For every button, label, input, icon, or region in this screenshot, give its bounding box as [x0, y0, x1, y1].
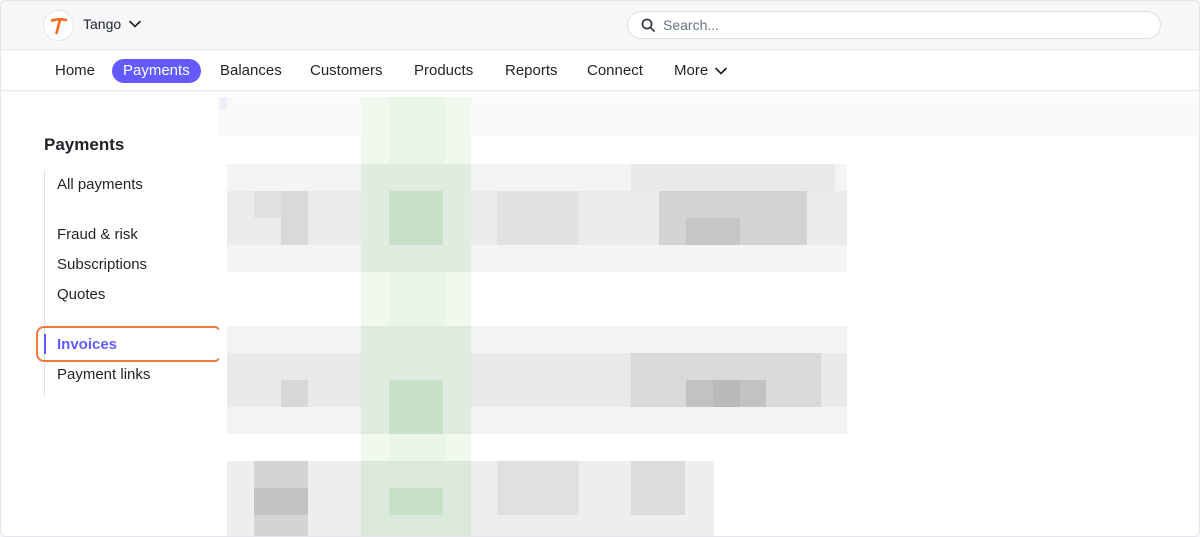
nav-item-reports[interactable]: Reports — [505, 59, 558, 83]
account-switcher[interactable]: Tango — [83, 16, 141, 32]
nav-more-label: More — [674, 62, 709, 79]
sidebar-item-fraud-risk[interactable]: Fraud & risk — [57, 226, 138, 243]
nav-item-products[interactable]: Products — [414, 59, 473, 83]
sidebar-list: All payments Fraud & risk Subscriptions … — [44, 170, 219, 396]
app-window: Tango Home Payments Balances Customers P… — [0, 0, 1200, 537]
nav-item-balances[interactable]: Balances — [220, 59, 282, 83]
nav-item-customers[interactable]: Customers — [310, 59, 383, 83]
nav-item-more[interactable]: More — [674, 59, 727, 83]
pixelated-placeholder — [219, 97, 1199, 536]
tango-logo-icon — [50, 17, 67, 34]
nav-item-home[interactable]: Home — [55, 59, 95, 83]
sidebar: Payments All payments Fraud & risk Subsc… — [1, 92, 222, 536]
search-icon — [641, 18, 655, 32]
nav-item-payments[interactable]: Payments — [112, 59, 201, 83]
sidebar-item-quotes[interactable]: Quotes — [57, 286, 105, 303]
sidebar-title: Payments — [44, 135, 125, 154]
sidebar-item-payment-links[interactable]: Payment links — [57, 366, 150, 383]
sidebar-item-subscriptions[interactable]: Subscriptions — [57, 256, 147, 273]
account-logo[interactable] — [44, 11, 73, 40]
blurred-content-area — [219, 92, 1199, 536]
top-bar: Tango — [1, 1, 1199, 49]
chevron-down-icon — [715, 67, 727, 75]
sidebar-item-all-payments[interactable]: All payments — [57, 176, 143, 193]
chevron-down-icon — [129, 20, 141, 28]
pixel-blocks — [219, 97, 1199, 536]
nav-item-connect[interactable]: Connect — [587, 59, 643, 83]
invoices-highlight-outline — [36, 326, 222, 362]
main-nav: Home Payments Balances Customers Product… — [1, 49, 1199, 91]
search-bar[interactable] — [627, 11, 1161, 39]
account-name: Tango — [83, 16, 122, 32]
search-input[interactable] — [663, 17, 1143, 33]
